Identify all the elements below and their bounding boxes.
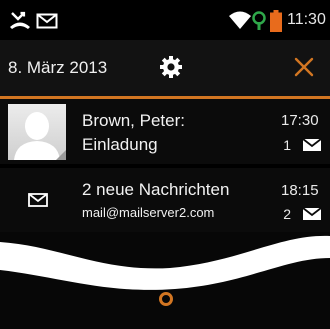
envelope-icon <box>302 207 322 220</box>
avatar <box>8 104 66 160</box>
mail-icon <box>36 13 58 29</box>
notification-title: 2 neue Nachrichten <box>82 180 230 199</box>
envelope-icon <box>302 138 322 151</box>
notification-time: 18:15 <box>281 182 319 199</box>
wifi-icon <box>229 11 251 29</box>
missed-call-icon <box>10 11 30 29</box>
status-clock: 11:30 <box>287 11 326 28</box>
battery-icon <box>270 10 282 32</box>
notification-account: mail@mailserver2.com <box>82 205 215 220</box>
avatar-placeholder-icon <box>14 112 66 160</box>
notification-subject: Einladung <box>82 135 158 154</box>
date-label: 8. März 2013 <box>8 58 108 77</box>
message-type-envelope-icon <box>28 193 48 207</box>
notification-count: 2 <box>283 206 291 222</box>
lockscreen-wave-background <box>0 232 330 329</box>
notification-time: 17:30 <box>281 112 319 129</box>
sync-icon <box>252 11 266 30</box>
notification-sender: Brown, Peter: <box>82 111 185 130</box>
notification-count: 1 <box>283 137 291 153</box>
unlock-handle[interactable] <box>159 292 173 306</box>
close-icon[interactable] <box>294 57 314 77</box>
notification-item-new-messages[interactable] <box>0 168 330 232</box>
gear-icon[interactable] <box>159 55 183 79</box>
